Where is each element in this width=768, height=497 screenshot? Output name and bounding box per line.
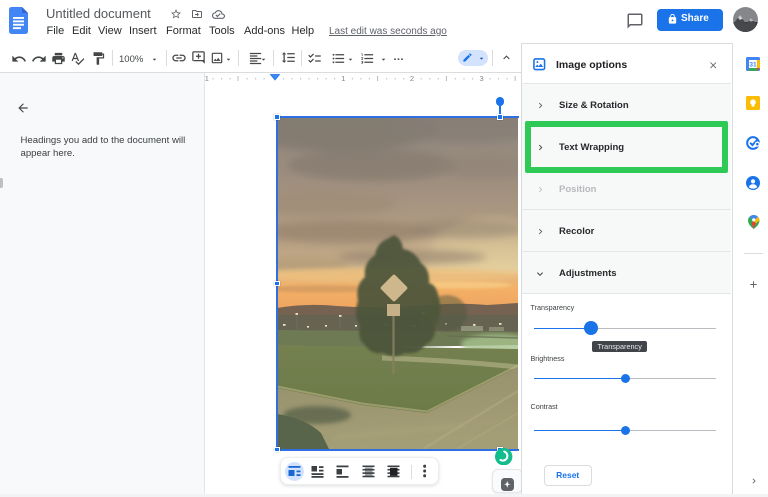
svg-text:1: 1: [341, 74, 345, 83]
svg-text:2: 2: [410, 74, 414, 83]
svg-text:1: 1: [205, 74, 209, 83]
svg-text:31: 31: [749, 62, 757, 69]
svg-text:3: 3: [480, 74, 484, 83]
